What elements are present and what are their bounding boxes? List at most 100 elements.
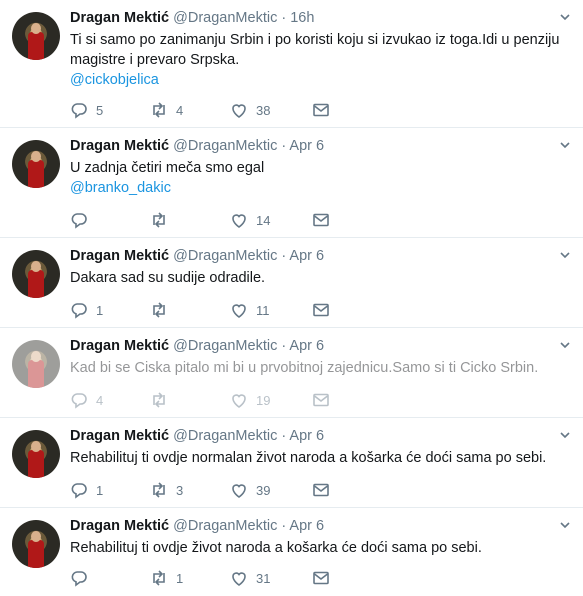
reply-count: 5 [96, 102, 104, 118]
avatar[interactable] [12, 340, 60, 388]
like-button[interactable]: 39 [230, 480, 270, 500]
tweet-text: Ti si samo po zanimanju Srbin i po koris… [70, 32, 560, 68]
reply-count: 1 [96, 302, 104, 318]
retweet-button[interactable] [150, 390, 176, 410]
heart-icon [232, 394, 246, 408]
tweet-time[interactable]: · Apr 6 [281, 428, 324, 444]
like-count: 14 [256, 212, 271, 228]
avatar[interactable] [12, 520, 60, 568]
tweet-text: U zadnja četiri meča smo egal [70, 160, 265, 176]
user-handle[interactable]: @DraganMektic [173, 248, 277, 264]
like-count: 38 [256, 102, 271, 118]
like-count: 11 [256, 302, 270, 318]
chevron-down-icon[interactable] [559, 139, 571, 151]
user-handle[interactable]: @DraganMektic [173, 338, 277, 354]
tweet-text: Rehabilituj ti ovdje normalan život naro… [70, 450, 547, 466]
envelope-icon [313, 103, 329, 117]
user-name[interactable]: Dragan Mektić [70, 428, 169, 444]
like-count: 39 [256, 482, 271, 498]
user-handle[interactable]: @DraganMektic [173, 10, 277, 26]
user-name[interactable]: Dragan Mektić [70, 248, 169, 264]
reply-button[interactable] [70, 210, 96, 230]
retweet-button[interactable]: 3 [150, 480, 183, 500]
heart-icon [232, 484, 246, 498]
user-handle[interactable]: @DraganMektic [173, 138, 277, 154]
reply-button[interactable]: 4 [70, 390, 103, 410]
like-button[interactable]: 31 [230, 568, 270, 588]
tweet-text: Rehabilituj ti ovdje život naroda a koša… [70, 540, 482, 556]
tweet-time[interactable]: · Apr 6 [281, 338, 324, 354]
reply-button[interactable] [70, 568, 96, 588]
message-button[interactable] [312, 300, 338, 320]
tweet[interactable]: Dragan Mektić @DraganMektic · Apr 6 Reha… [0, 418, 583, 508]
retweet-button[interactable]: 1 [150, 568, 183, 588]
envelope-icon [313, 571, 329, 585]
chevron-down-icon[interactable] [559, 429, 571, 441]
retweet-button[interactable] [150, 210, 176, 230]
user-name[interactable]: Dragan Mektić [70, 518, 169, 534]
tweet[interactable]: Dragan Mektić @DraganMektic · Apr 6 U za… [0, 128, 583, 238]
chevron-down-icon[interactable] [559, 519, 571, 531]
reply-count: 4 [96, 392, 104, 408]
reply-icon [71, 213, 87, 229]
retweet-icon [153, 482, 165, 498]
retweet-icon [153, 392, 165, 408]
tweet-text: Kad bi se Ciska pitalo mi bi u prvobitno… [70, 360, 539, 376]
like-button[interactable]: 11 [230, 300, 270, 320]
like-button[interactable]: 19 [230, 390, 270, 410]
tweet-text: Dakara sad su sudije odradile. [70, 270, 266, 286]
avatar[interactable] [12, 140, 60, 188]
message-button[interactable] [312, 210, 338, 230]
user-handle[interactable]: @DraganMektic [173, 518, 277, 534]
chevron-down-icon[interactable] [559, 11, 571, 23]
tweet[interactable]: Dragan Mektić @DraganMektic · Apr 6 Daka… [0, 238, 583, 328]
chevron-down-icon[interactable] [559, 339, 571, 351]
envelope-icon [313, 213, 329, 227]
user-name[interactable]: Dragan Mektić [70, 10, 169, 26]
tweet[interactable]: Dragan Mektić @DraganMektic · Apr 6 Kad … [0, 328, 583, 418]
tweet-time[interactable]: · Apr 6 [281, 518, 324, 534]
user-name[interactable]: Dragan Mektić [70, 138, 169, 154]
mention-link[interactable]: @branko_dakic [70, 178, 571, 198]
reply-button[interactable]: 1 [70, 300, 103, 320]
retweet-button[interactable] [150, 300, 176, 320]
retweet-count: 3 [176, 482, 184, 498]
reply-icon [71, 393, 87, 409]
heart-icon [232, 304, 246, 318]
like-button[interactable]: 14 [230, 210, 270, 230]
reply-icon [71, 103, 87, 119]
retweet-count: 4 [176, 102, 184, 118]
like-count: 19 [256, 392, 271, 408]
avatar[interactable] [12, 430, 60, 478]
reply-button[interactable]: 1 [70, 480, 103, 500]
message-button[interactable] [312, 568, 338, 588]
tweet-time[interactable]: · Apr 6 [281, 248, 324, 264]
message-button[interactable] [312, 480, 338, 500]
retweet-button[interactable]: 4 [150, 100, 183, 120]
envelope-icon [313, 483, 329, 497]
chevron-down-icon[interactable] [559, 249, 571, 261]
retweet-icon [153, 302, 165, 318]
avatar[interactable] [12, 12, 60, 60]
message-button[interactable] [312, 100, 338, 120]
mention-link[interactable]: @cickobjelica [70, 70, 571, 90]
tweet[interactable]: Dragan Mektić @DraganMektic · Apr 6 Reha… [0, 508, 583, 596]
user-name[interactable]: Dragan Mektić [70, 338, 169, 354]
reply-count: 1 [96, 482, 104, 498]
message-button[interactable] [312, 390, 338, 410]
retweet-count: 1 [176, 570, 184, 586]
retweet-icon [153, 102, 165, 118]
tweet[interactable]: Dragan Mektić @DraganMektic · 16h Ti si … [0, 0, 583, 128]
reply-icon [71, 483, 87, 499]
user-handle[interactable]: @DraganMektic [173, 428, 277, 444]
envelope-icon [313, 393, 329, 407]
retweet-icon [153, 212, 165, 228]
envelope-icon [313, 303, 329, 317]
heart-icon [232, 214, 246, 228]
like-button[interactable]: 38 [230, 100, 270, 120]
reply-button[interactable]: 5 [70, 100, 103, 120]
avatar[interactable] [12, 250, 60, 298]
retweet-icon [153, 570, 165, 586]
tweet-time[interactable]: · Apr 6 [281, 138, 324, 154]
tweet-time[interactable]: · 16h [281, 10, 314, 26]
